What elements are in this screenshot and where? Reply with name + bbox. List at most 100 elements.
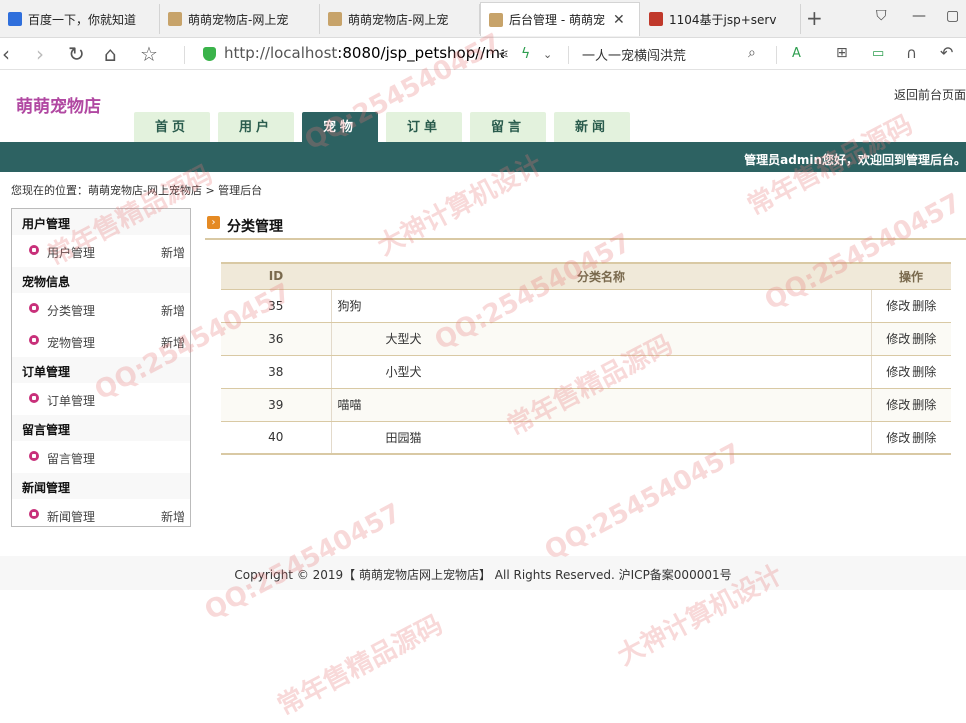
bullet-icon [29,451,39,461]
reload-icon[interactable]: ↻ [68,42,85,66]
table-row: 40 田园猫 修改 删除 [221,421,951,455]
apps-icon[interactable]: ⊞ [836,45,848,61]
panel-header: › 分类管理 [205,212,966,240]
delete-link[interactable]: 删除 [912,398,936,412]
page-favicon-icon [489,12,503,27]
url-input[interactable]: http://localhost:8080/jsp_petshop//mar [224,44,504,62]
menu-home[interactable]: 首页 [134,112,210,142]
tab-title: 1104基于jsp+serv [669,12,777,27]
close-tab-icon[interactable]: ✕ [613,12,625,28]
main-menu: 首页 用户 宠物 订单 留言 新闻 [134,112,638,142]
sidebar-item-label[interactable]: 分类管理 [47,302,95,319]
divider [776,46,777,64]
menu-news[interactable]: 新闻 [554,112,630,142]
tab-title: 百度一下，你就知道 [28,12,137,27]
browser-tab[interactable]: 百度一下，你就知道 [0,4,160,34]
back-to-frontend-link[interactable]: 返回前台页面 [894,86,966,103]
chevron-down-icon[interactable]: ⌄ [543,48,552,61]
undo-icon[interactable]: ↶ [940,43,953,62]
add-link[interactable]: 新增 [161,302,185,319]
sidebar-item-label[interactable]: 用户管理 [47,244,95,261]
cell-id: 38 [221,355,331,389]
cell-name: 大型犬 [330,322,872,356]
table-row: 38 小型犬 修改 删除 [221,355,951,389]
sidebar-item-label[interactable]: 订单管理 [47,392,95,409]
new-tab-icon[interactable]: + [806,6,823,30]
cell-actions: 修改 删除 [871,355,951,389]
search-icon[interactable]: ⌕ [748,45,756,61]
table-row: 36 大型犬 修改 删除 [221,322,951,356]
browser-tab-bar: 百度一下，你就知道 萌萌宠物店-网上宠 萌萌宠物店-网上宠 后台管理 - 萌萌宠… [0,0,966,38]
edit-link[interactable]: 修改 [886,431,910,445]
tab-title: 萌萌宠物店-网上宠 [188,12,289,27]
breadcrumb: 您现在的位置：萌萌宠物店-网上宠物店 > 管理后台 [11,184,263,197]
sidebar: 用户管理 用户管理 新增 宠物信息 分类管理 新增 宠物管理 新增 订单管理 订… [11,208,191,527]
cell-id: 40 [221,421,331,455]
sidebar-item-label[interactable]: 新闻管理 [47,508,95,525]
sidebar-group-title: 订单管理 [12,357,190,383]
minimize-icon[interactable]: — [912,8,926,24]
bullet-icon [29,509,39,519]
sidebar-item-message-manage[interactable]: 留言管理 [12,441,190,473]
delete-link[interactable]: 删除 [912,431,936,445]
menu-pets[interactable]: 宠物 [302,112,378,142]
menu-users[interactable]: 用户 [218,112,294,142]
lightning-icon[interactable]: ϟ [521,46,530,62]
add-link[interactable]: 新增 [161,334,185,351]
cell-name: 喵喵 [330,388,872,422]
page-favicon-icon [328,12,342,26]
forward-icon[interactable]: › [36,42,44,66]
delete-link[interactable]: 删除 [912,299,936,313]
tab-title: 后台管理 - 萌萌宠 [509,13,605,27]
footer-copyright: Copyright © 2019【 萌萌宠物店网上宠物店】 All Rights… [0,556,966,590]
sidebar-item-order-manage[interactable]: 订单管理 [12,383,190,415]
delete-link[interactable]: 删除 [912,332,936,346]
edit-link[interactable]: 修改 [886,398,910,412]
browser-tab[interactable]: 1104基于jsp+serv [641,4,801,34]
watermark-text: 常年售精品源码 [272,609,448,722]
menu-messages[interactable]: 留言 [470,112,546,142]
search-input[interactable]: 一人一宠横闯洪荒 [582,45,686,64]
delete-link[interactable]: 删除 [912,365,936,379]
sidebar-item-pet-manage[interactable]: 宠物管理 新增 [12,325,190,357]
cell-id: 35 [221,289,331,323]
bullet-icon [29,245,39,255]
table-row: 39 喵喵 修改 删除 [221,388,951,422]
browser-tab-active[interactable]: 后台管理 - 萌萌宠 ✕ [480,2,640,36]
cell-id: 36 [221,322,331,356]
baidu-favicon-icon [8,12,22,26]
window-icon[interactable]: ▢ [946,8,959,24]
sidebar-item-category-manage[interactable]: 分类管理 新增 [12,293,190,325]
sidebar-item-label[interactable]: 留言管理 [47,450,95,467]
column-header-name: 分类名称 [331,262,871,290]
add-link[interactable]: 新增 [161,508,185,525]
edit-link[interactable]: 修改 [886,299,910,313]
watermark-text: QQ:254540457 [540,437,747,567]
star-icon[interactable]: ☆ [140,42,158,66]
share-icon[interactable]: ⋖ [498,47,509,62]
translate-icon[interactable]: A [792,46,801,61]
page-favicon-icon [649,12,663,26]
cell-name: 田园猫 [330,421,872,455]
add-link[interactable]: 新增 [161,244,185,261]
battery-icon[interactable]: ▭ [872,46,884,61]
browser-tab[interactable]: 萌萌宠物店-网上宠 [320,4,480,34]
edit-link[interactable]: 修改 [886,365,910,379]
sidebar-item-news-manage[interactable]: 新闻管理 新增 [12,499,190,531]
menu-orders[interactable]: 订单 [386,112,462,142]
column-header-id: ID [221,262,331,290]
table-header-row: ID 分类名称 操作 [221,262,951,290]
back-icon[interactable]: ‹ [2,42,10,66]
sidebar-item-user-manage[interactable]: 用户管理 新增 [12,235,190,267]
home-icon[interactable]: ⌂ [104,42,117,66]
sidebar-group-title: 留言管理 [12,415,190,441]
cell-actions: 修改 删除 [871,421,951,455]
sidebar-item-label[interactable]: 宠物管理 [47,334,95,351]
edit-link[interactable]: 修改 [886,332,910,346]
headphones-icon[interactable]: ∩ [906,44,917,62]
browser-tab[interactable]: 萌萌宠物店-网上宠 [160,4,320,34]
shirt-icon[interactable]: ⛉ [876,8,887,24]
admin-greeting: 管理员admin您好，欢迎回到管理后台。 [744,153,966,167]
sidebar-group-title: 用户管理 [12,209,190,235]
divider [184,46,185,64]
